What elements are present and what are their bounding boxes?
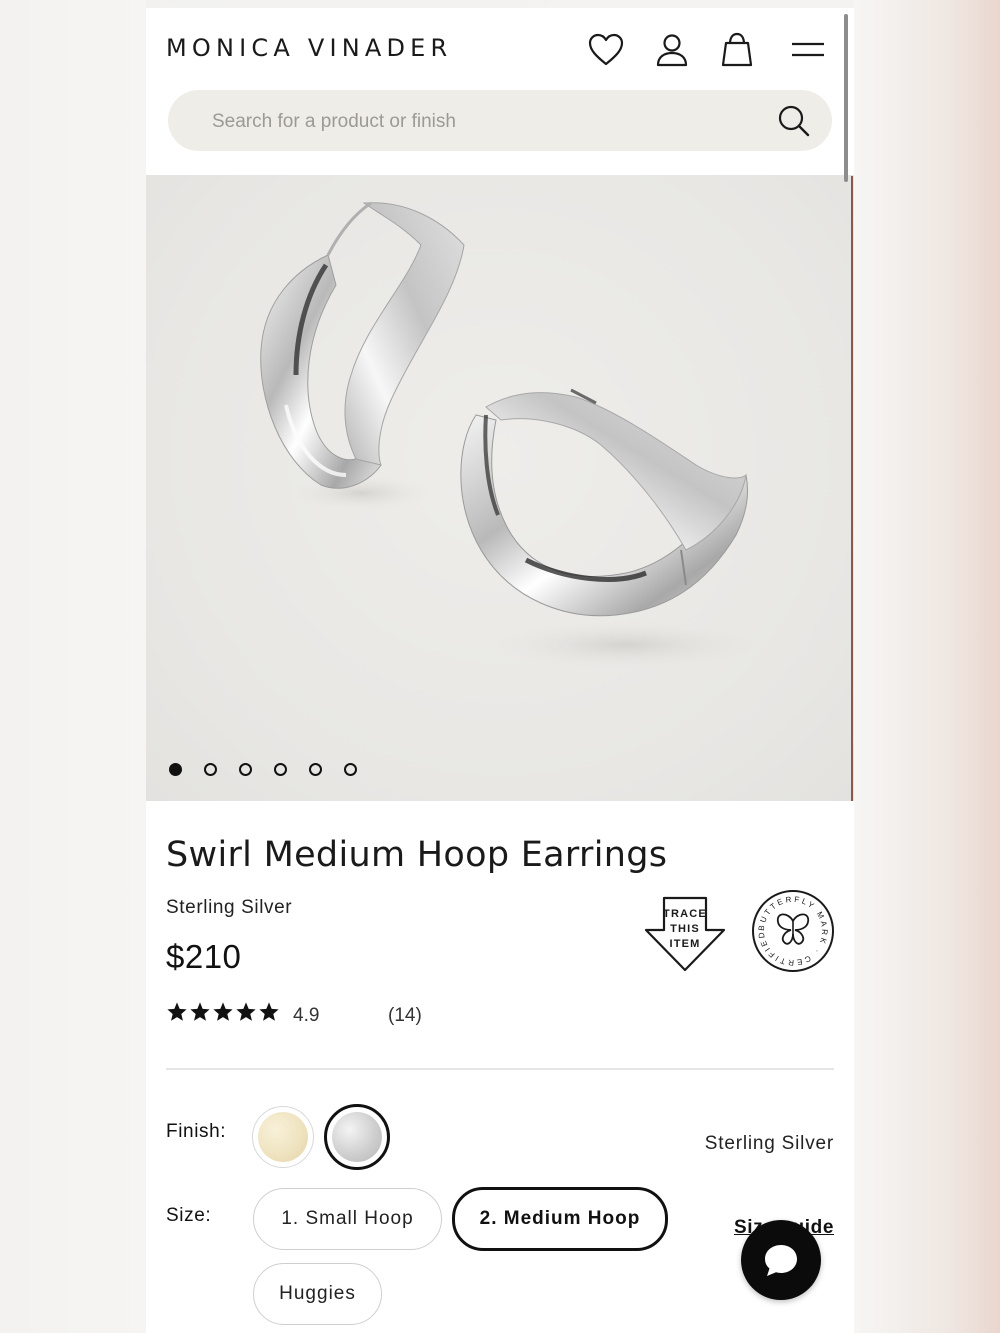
page-scrollbar[interactable] <box>844 14 848 182</box>
star-icon <box>167 1002 187 1021</box>
brand-logo[interactable]: MONICA VINADER <box>166 34 452 62</box>
user-icon <box>656 34 688 67</box>
size-option-small-hoop[interactable]: 1. Small Hoop <box>253 1188 442 1250</box>
butterfly-mark-badge[interactable]: BUTTERFLY MARK · CERTIFIED · <box>747 881 836 979</box>
search-button[interactable] <box>776 103 812 139</box>
finish-swatch-silver[interactable] <box>324 1104 390 1170</box>
gallery-dot-1[interactable] <box>169 763 182 776</box>
trace-line-1: TRACE <box>663 908 707 920</box>
star-icon <box>213 1002 233 1021</box>
menu-icon <box>792 42 824 57</box>
trace-line-3: ITEM <box>669 938 700 950</box>
search-input[interactable] <box>210 90 754 153</box>
size-label: Size: <box>166 1205 212 1226</box>
star-icon <box>190 1002 210 1021</box>
rating-value: 4.9 <box>293 1005 320 1026</box>
search-bar <box>168 90 832 153</box>
wishlist-button[interactable] <box>588 32 624 68</box>
product-image-gallery[interactable] <box>146 175 854 801</box>
gold-swatch-color <box>258 1112 308 1162</box>
product-material: Sterling Silver <box>166 897 293 918</box>
background-left <box>0 0 146 1333</box>
chat-bubble-icon <box>765 1245 797 1276</box>
gallery-edge <box>851 176 853 801</box>
review-count-link[interactable]: (14) <box>388 1005 422 1027</box>
account-button[interactable] <box>654 32 690 68</box>
product-title: Swirl Medium Hoop Earrings <box>166 835 668 875</box>
bag-icon <box>721 32 753 67</box>
trace-line-2: THIS <box>670 923 700 935</box>
silver-swatch-color <box>332 1112 382 1162</box>
cart-button[interactable] <box>719 32 755 68</box>
trace-this-item-badge[interactable]: TRACE THIS ITEM <box>644 896 726 977</box>
size-option-medium-hoop[interactable]: 2. Medium Hoop <box>452 1187 668 1251</box>
finish-swatch-gold[interactable] <box>252 1106 314 1168</box>
gallery-dot-5[interactable] <box>309 763 322 776</box>
search-icon <box>778 105 810 137</box>
heart-icon <box>588 33 624 66</box>
background-right <box>854 0 1000 1333</box>
gallery-dot-2[interactable] <box>204 763 217 776</box>
gallery-dot-4[interactable] <box>274 763 287 776</box>
selected-finish-value: Sterling Silver <box>704 1133 834 1154</box>
menu-button[interactable] <box>790 32 826 68</box>
trace-arrow-icon: TRACE THIS ITEM <box>644 896 726 972</box>
butterfly-mark-icon: BUTTERFLY MARK · CERTIFIED · <box>747 881 834 972</box>
rating-stars[interactable] <box>166 1001 280 1023</box>
finish-label: Finish: <box>166 1121 227 1142</box>
star-icon <box>259 1002 279 1021</box>
gallery-dot-6[interactable] <box>344 763 357 776</box>
gallery-dot-3[interactable] <box>239 763 252 776</box>
star-icon <box>236 1002 256 1021</box>
gallery-pagination <box>169 763 357 776</box>
product-image <box>260 201 766 670</box>
size-option-huggies[interactable]: Huggies <box>253 1263 382 1325</box>
section-divider <box>166 1068 834 1070</box>
product-page: MONICA VINADER Search for a product or f… <box>146 8 854 1333</box>
product-price: $210 <box>166 938 242 975</box>
chat-button[interactable] <box>741 1220 821 1300</box>
